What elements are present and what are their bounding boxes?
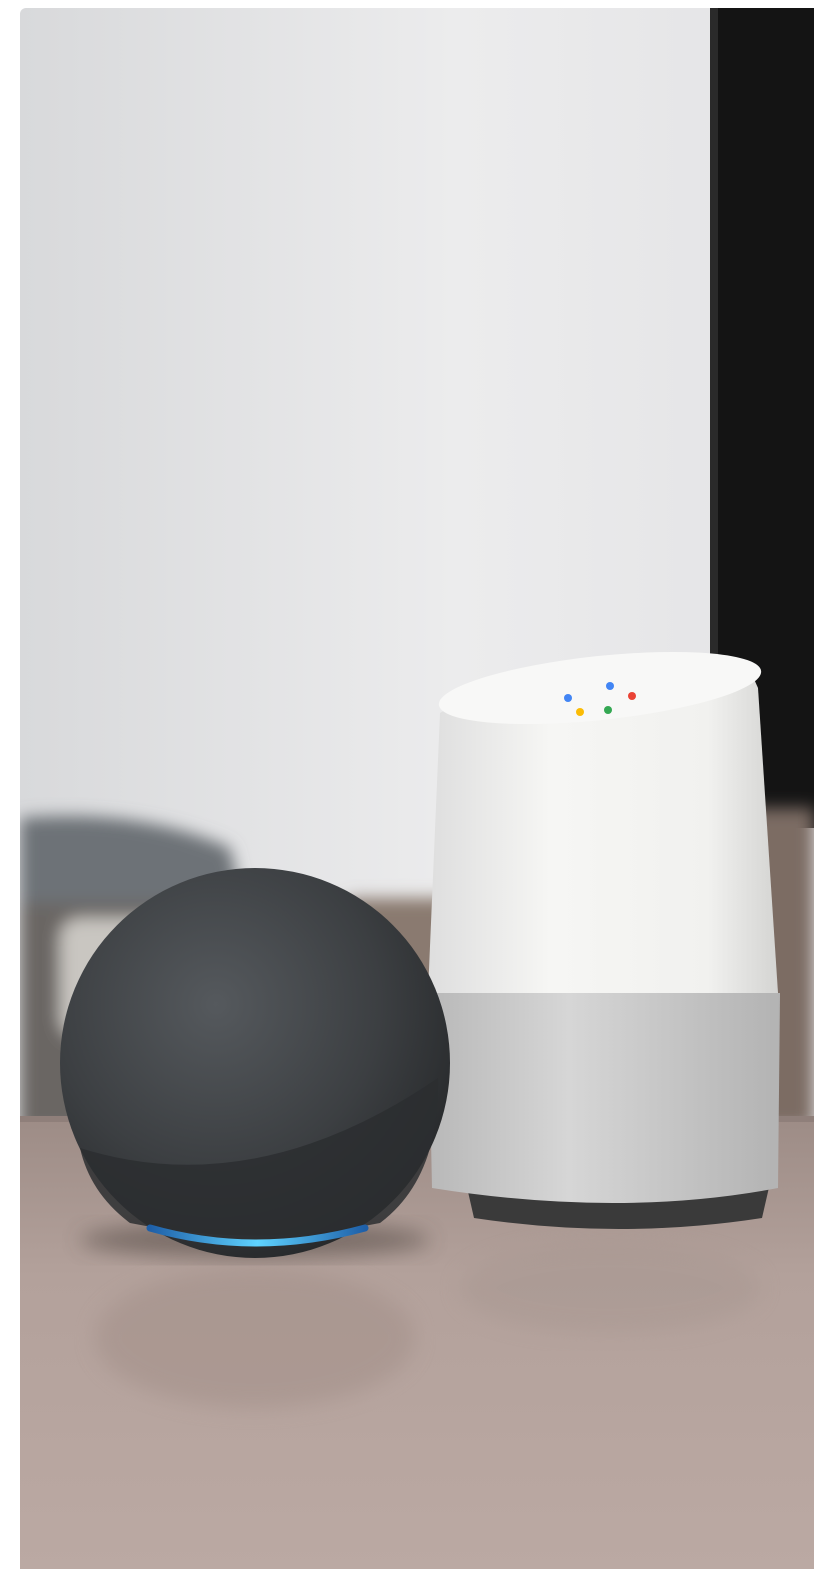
speaker-fabric-base: [428, 993, 780, 1203]
product-photo: [20, 8, 814, 1569]
led-red-icon: [628, 692, 636, 700]
led-blue-icon: [564, 694, 572, 702]
cylindrical-speaker: [428, 651, 780, 1229]
spherical-speaker: [60, 868, 450, 1258]
led-yellow-icon: [576, 708, 584, 716]
photo-frame: [20, 8, 814, 1569]
led-green-icon: [604, 706, 612, 714]
